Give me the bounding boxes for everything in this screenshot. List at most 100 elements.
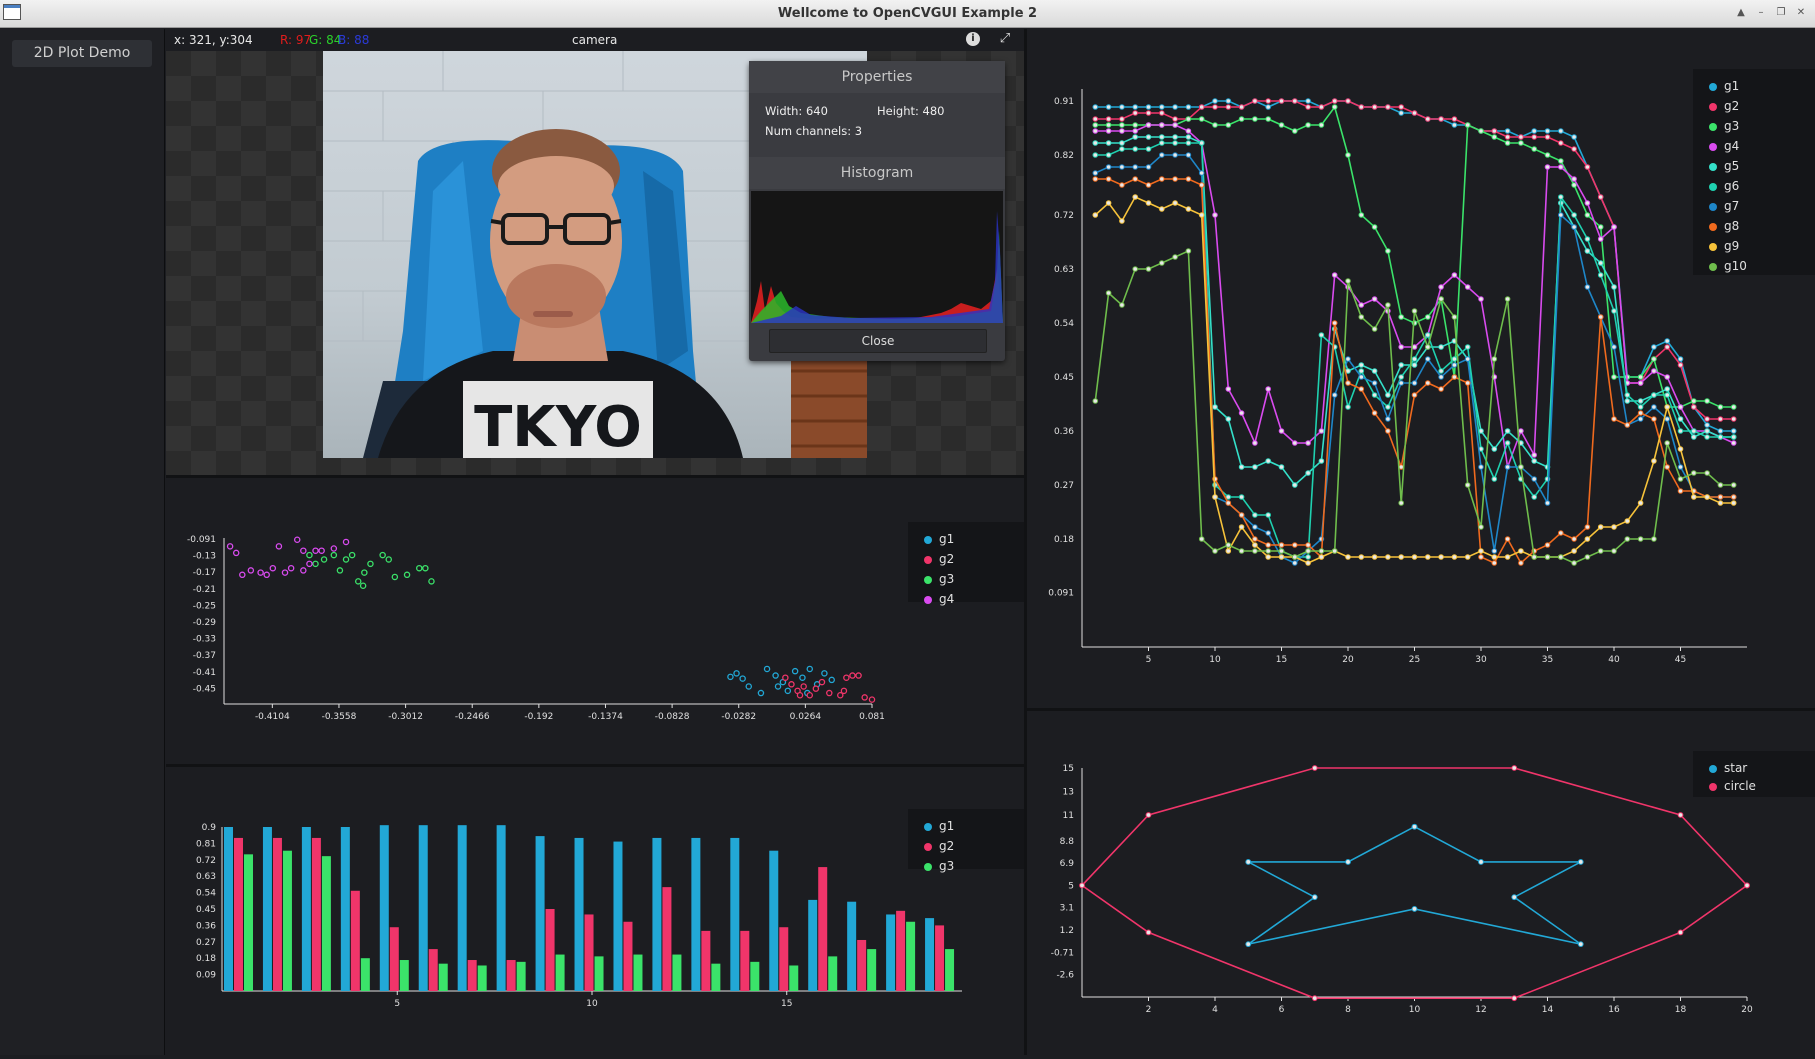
line-point-g5 [1411,362,1418,368]
scatter-point-g2 [782,674,789,681]
window-maximize-icon[interactable]: ❐ [1773,5,1789,21]
scatter-point-g2 [788,681,795,688]
line-point-g7 [1664,416,1671,422]
line-point-g9 [1664,404,1671,410]
line-point-g10 [1571,560,1577,566]
shape-point-star [1478,859,1484,865]
scatter-point-g2 [806,691,814,699]
line-point-g10 [1611,548,1617,554]
camera-header: x: 321, y:304 R: 97 G: 84 B: 88 camera [166,29,1024,51]
bar-g2 [818,867,828,991]
line-point-g10 [1597,548,1604,554]
line-point-g5 [1292,482,1298,488]
line-point-g6 [1238,494,1245,500]
bar-g2 [779,927,789,991]
line-point-g5 [1491,446,1498,452]
legend-label: g5 [1724,159,1740,173]
shape-point-circle [1677,929,1684,936]
x-tick-label: -0.0282 [721,712,756,722]
line-point-g3 [1704,398,1710,404]
line-point-g4 [1292,440,1298,446]
line-point-g9 [1438,554,1444,560]
bar-g2 [623,921,633,991]
plot-demo-button[interactable]: 2D Plot Demo [12,40,152,67]
line-point-g9 [1345,554,1351,560]
window-up-icon[interactable]: ▲ [1733,5,1749,21]
scatter-point-g3 [306,551,313,559]
line-point-g2 [1265,98,1271,104]
x-tick-label: 0.0264 [790,712,822,722]
line-point-g10 [1464,482,1471,488]
shape-point-star [1577,859,1584,865]
x-tick-label: 5 [394,999,400,1009]
line-point-g2 [1132,110,1138,116]
properties-popup: Properties Width: 640 Height: 480 Num ch… [749,61,1005,361]
line-point-g6 [1651,392,1657,398]
scatter-point-g2 [826,689,833,697]
y-tick-label: 11 [1063,811,1074,821]
legend-label: g10 [1724,259,1747,273]
y-tick-label: 0.45 [196,905,216,915]
line-point-g9 [1624,518,1631,524]
line-point-g10 [1717,482,1724,488]
scatter-point-g4 [342,538,350,546]
line-point-g2 [1504,134,1511,140]
pixel-coords: x: 321, y:304 [174,33,253,47]
line-point-g7 [1425,356,1431,362]
scatter-point-g2 [849,672,856,679]
x-tick-label: 16 [1608,1005,1620,1015]
line-point-g2 [1451,116,1458,122]
y-tick-label: -0.091 [187,535,216,545]
line-point-g3 [1597,224,1604,230]
line-point-g7 [1358,374,1365,380]
line-point-g2 [1425,116,1431,122]
window-title: Wellcome to OpenCVGUI Example 2 [777,6,1038,21]
shape-point-star [1411,823,1418,830]
line-point-g9 [1185,206,1192,212]
line-point-g7 [1172,152,1178,158]
x-tick-label: 5 [1146,655,1152,665]
line-point-g3 [1637,374,1644,380]
line-point-g6 [1597,272,1604,278]
bar-g3 [867,949,877,991]
y-tick-label: -0.45 [193,684,216,694]
line-point-g2 [1371,104,1378,110]
window-close-icon[interactable]: ✕ [1793,5,1809,21]
window-minimize-icon[interactable]: – [1753,5,1769,21]
histogram-title: Histogram [749,157,1005,189]
legend-label: g7 [1724,199,1740,213]
bar-g2 [740,930,750,991]
legend-item-g2: g2 [924,552,954,566]
line-point-g9 [1172,200,1178,206]
scatter-point-g3 [385,556,392,563]
line-point-g8 [1584,524,1591,530]
line-point-g8 [1478,554,1484,560]
line-point-g10 [1172,254,1178,260]
line-point-g10 [1331,548,1338,554]
fullscreen-icon[interactable]: ⤢ [996,30,1014,48]
scatter-point-g4 [239,571,246,579]
y-tick-label: 0.82 [1054,151,1074,161]
bar-g3 [360,958,370,991]
line-point-g5 [1624,398,1631,404]
line-point-g10 [1265,548,1271,554]
line-point-g3 [1358,212,1365,218]
line-point-g10 [1704,470,1710,476]
legend-label: g9 [1724,239,1740,253]
scatter-point-g1 [828,676,835,684]
prop-height: Height: 480 [877,104,945,118]
close-button[interactable]: Close [769,329,987,353]
shape-point-circle [1744,882,1750,889]
legend-item-g3: g3 [924,859,954,873]
y-tick-label: 0.54 [1054,319,1074,329]
line-point-g5 [1119,140,1125,146]
line-point-g9 [1611,524,1617,530]
pixel-green: G: 84 [309,33,342,47]
scatter-point-g1 [784,687,792,695]
line-point-g3 [1331,104,1338,110]
y-tick-label: 0.18 [1054,535,1074,545]
bar-g3 [438,963,448,991]
info-icon[interactable]: i [966,32,980,46]
line-point-g9 [1691,494,1697,500]
scatter-point-g2 [861,694,868,701]
